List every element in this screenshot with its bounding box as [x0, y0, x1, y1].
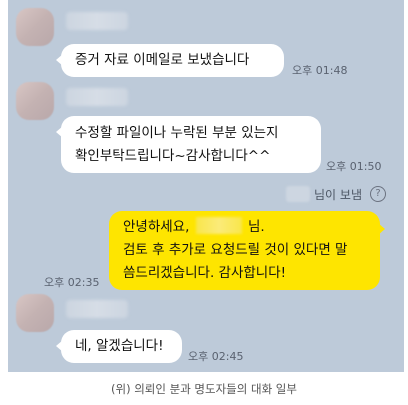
message-text-line: 확인부탁드립니다~감사합니다^^ — [75, 147, 271, 164]
sender-avatar[interactable] — [16, 82, 54, 120]
image-caption: (위) 의뢰인 분과 명도자들의 대화 일부 — [111, 382, 297, 396]
greeting-text: 안녕하세요, — [123, 219, 194, 235]
sender-name-redacted — [66, 12, 128, 30]
message-text-line: 검토 후 추가로 요청드릴 것이 있다면 말 — [123, 242, 348, 258]
sender-name-redacted — [66, 88, 128, 106]
message-text-line: 수정할 파일이나 누락된 부분 있는지 — [75, 124, 279, 141]
chat-area[interactable]: 증거 자료 이메일로 보냈습니다 오후 01:48 수정할 파일이나 누락된 부… — [8, 0, 404, 372]
outgoing-message[interactable]: 안녕하세요, 님. 검토 후 추가로 요청드릴 것이 있다면 말 씀드리겠습니다… — [109, 211, 385, 290]
sent-by-indicator: 님이 보냄 ? — [286, 183, 386, 205]
question-circle-icon[interactable]: ? — [370, 186, 386, 202]
message-text-line: 씀드리겠습니다. 감사합니다! — [123, 265, 287, 281]
honorific-text: 님. — [243, 219, 265, 235]
message-time: 오후 01:50 — [326, 160, 382, 173]
sender-avatar[interactable] — [16, 8, 54, 46]
message-text: 네, 알겠습니다! — [75, 338, 164, 354]
message-time: 오후 01:48 — [292, 64, 348, 77]
recipient-name-redacted — [195, 217, 242, 234]
sent-by-label: 님이 보냄 — [314, 187, 362, 202]
message-time: 오후 02:35 — [44, 276, 100, 289]
message-text: 증거 자료 이메일로 보냈습니다 — [75, 52, 250, 68]
incoming-message[interactable]: 증거 자료 이메일로 보냈습니다 — [56, 44, 284, 77]
sender-name-redacted — [66, 300, 128, 318]
sender-name-redacted — [286, 186, 311, 202]
incoming-message[interactable]: 수정할 파일이나 누락된 부분 있는지 확인부탁드립니다~감사합니다^^ — [56, 116, 321, 173]
message-text-line: 안녕하세요, 님. — [123, 216, 366, 239]
message-time: 오후 02:45 — [188, 350, 244, 363]
incoming-message[interactable]: 네, 알겠습니다! — [56, 330, 182, 363]
sender-avatar[interactable] — [16, 294, 54, 332]
